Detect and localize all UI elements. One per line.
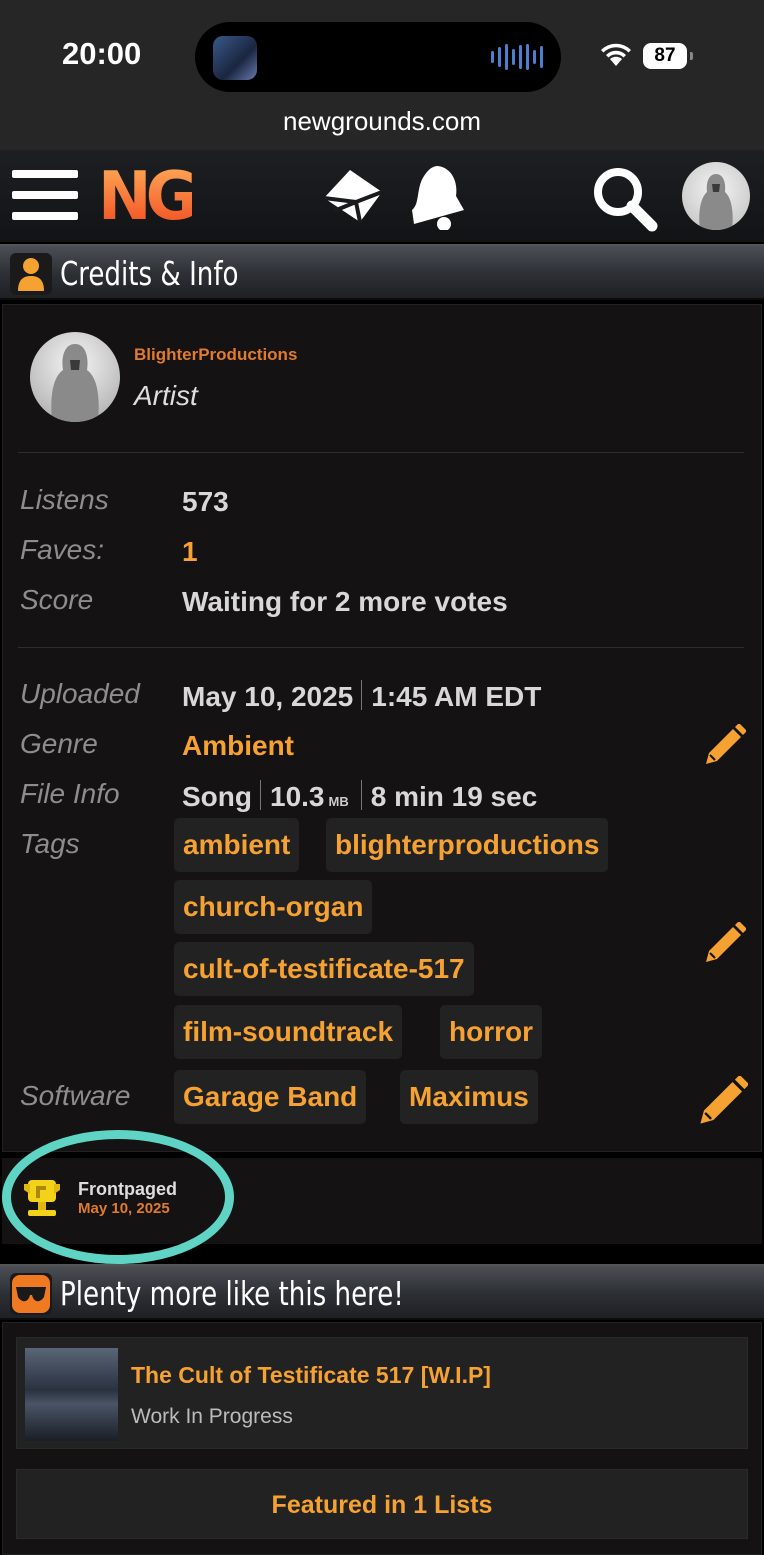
tags-label: Tags [20, 828, 80, 859]
faves-label: Faves: [20, 534, 105, 565]
divider [18, 452, 744, 453]
credits-title: Credits & Info [60, 254, 239, 293]
url-bar[interactable]: newgrounds.com [0, 106, 764, 137]
faves-link[interactable]: 1 [182, 536, 198, 568]
file-type: Song [182, 781, 252, 812]
related-item-subtitle: Work In Progress [131, 1405, 293, 1428]
separator [260, 780, 261, 810]
artist-name-link[interactable]: BlighterProductions [134, 345, 297, 365]
tag-ambient[interactable]: ambient [174, 818, 300, 872]
search-icon[interactable] [590, 164, 660, 232]
edit-tags-pencil-icon[interactable] [704, 922, 746, 964]
mail-icon[interactable] [320, 164, 386, 228]
related-item-card[interactable]: The Cult of Testificate 517 [W.I.P] Work… [16, 1337, 748, 1449]
upload-time: 1:45 AM EDT [371, 681, 542, 712]
audio-wave-icon [491, 44, 543, 70]
file-info-label: File Info [20, 778, 120, 809]
user-avatar[interactable] [682, 162, 750, 230]
dynamic-island[interactable] [195, 22, 561, 92]
tag-horror[interactable]: horror [440, 1005, 542, 1059]
tag-blighterproductions[interactable]: blighterproductions [326, 818, 609, 872]
wifi-icon [601, 43, 631, 66]
score-value: Waiting for 2 more votes [182, 586, 508, 617]
software-maximus[interactable]: Maximus [400, 1070, 538, 1124]
artist-avatar[interactable] [30, 332, 120, 422]
user-icon [10, 253, 52, 295]
score-label: Score [20, 584, 94, 615]
edit-software-pencil-icon[interactable] [698, 1076, 748, 1126]
more-title: Plenty more like this here! [60, 1274, 404, 1313]
listens-label: Listens [20, 484, 109, 515]
genre-label: Genre [20, 728, 98, 759]
menu-icon[interactable] [12, 170, 78, 222]
listens-value: 573 [182, 486, 229, 517]
related-item-thumbnail [25, 1348, 118, 1441]
upload-datetime: May 10, 2025 1:45 AM EDT [182, 680, 541, 713]
newgrounds-logo[interactable]: NG [98, 158, 198, 236]
credits-header: Credits & Info [0, 244, 764, 300]
status-bar: 20:00 87 newgrounds.com [0, 0, 764, 150]
tag-church-organ[interactable]: church-organ [174, 880, 373, 934]
now-playing-artwork [213, 36, 257, 80]
tag-film-soundtrack[interactable]: film-soundtrack [174, 1005, 403, 1059]
separator [361, 680, 363, 710]
artist-role: Artist [134, 380, 198, 411]
genre-link[interactable]: Ambient [182, 730, 294, 762]
uploaded-label: Uploaded [20, 678, 140, 709]
separator [360, 780, 362, 810]
divider [18, 647, 744, 648]
file-size: 10.3 [270, 781, 325, 812]
highlight-annotation [2, 1130, 234, 1264]
file-info-value: Song 10.3 MB 8 min 19 sec [182, 780, 537, 813]
more-header: Plenty more like this here! [0, 1264, 764, 1320]
software-garage-band[interactable]: Garage Band [174, 1070, 367, 1124]
featured-lists-button[interactable]: Featured in 1 Lists [16, 1469, 748, 1539]
edit-genre-pencil-icon[interactable] [704, 724, 746, 766]
bell-icon[interactable] [404, 160, 466, 230]
software-label: Software [20, 1080, 131, 1111]
status-time: 20:00 [62, 36, 142, 71]
top-navigation: NG [0, 150, 764, 242]
file-duration: 8 min 19 sec [370, 781, 538, 812]
upload-date: May 10, 2025 [182, 681, 354, 712]
sunglasses-icon [10, 1273, 52, 1315]
file-size-unit: MB [328, 794, 349, 809]
related-item-title[interactable]: The Cult of Testificate 517 [W.I.P] [131, 1362, 491, 1389]
tag-cult-of-testificate-517[interactable]: cult-of-testificate-517 [174, 942, 474, 996]
battery-indicator: 87 [643, 43, 693, 69]
